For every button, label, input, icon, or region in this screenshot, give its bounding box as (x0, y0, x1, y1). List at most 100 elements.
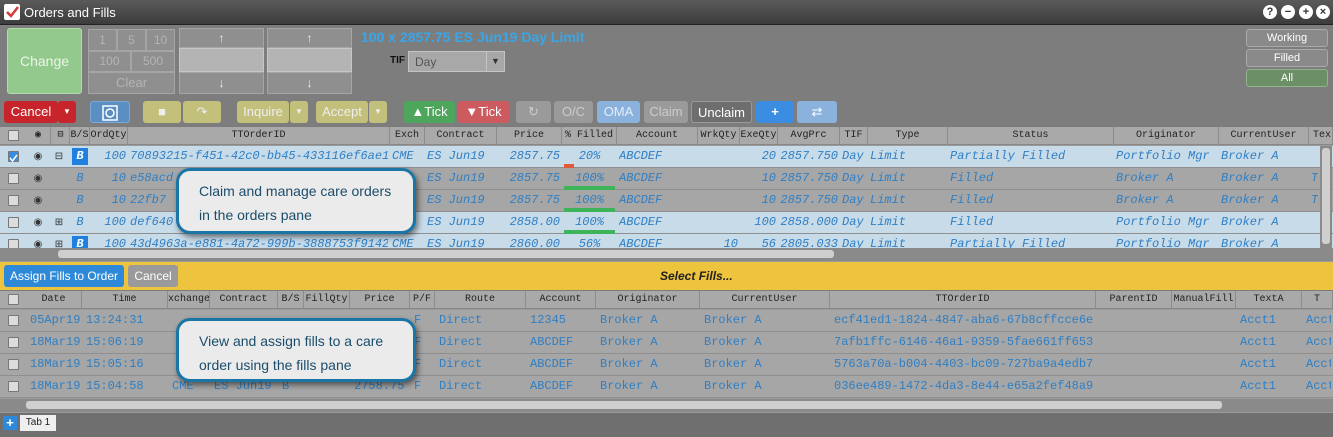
order-row[interactable]: ◉ ⊟ B 100 70893215-f451-42c0-bb45-433116ef6a… (0, 146, 1333, 168)
eye-icon[interactable]: ◉ (27, 193, 49, 209)
fcol-manualfill[interactable]: ManualFill (1172, 291, 1236, 309)
accept-button[interactable]: Accept (316, 101, 368, 123)
unclaim-button[interactable]: Unclaim (691, 101, 752, 123)
minimize-icon[interactable]: − (1281, 5, 1295, 19)
col-pctfilled[interactable]: % Filled (562, 127, 617, 145)
tif-select[interactable]: Day ▼ (408, 51, 505, 72)
qty-button-1[interactable]: 1 (88, 29, 117, 51)
orders-vscrollbar[interactable] (1320, 146, 1332, 248)
fcol-t[interactable]: T (1302, 291, 1333, 309)
fcol-time[interactable]: Time (82, 291, 168, 309)
col-currentuser[interactable]: CurrentUser (1219, 127, 1309, 145)
clear-button[interactable]: Clear (88, 72, 175, 94)
orders-hscrollbar[interactable] (0, 248, 1333, 261)
fcol-route[interactable]: Route (435, 291, 526, 309)
eye-icon[interactable]: ◉ (27, 215, 49, 231)
tick-up-button[interactable]: ▲Tick (404, 101, 455, 123)
col-ttorderid[interactable]: TTOrderID (128, 127, 390, 145)
assign-fills-button[interactable]: Assign Fills to Order (4, 265, 124, 287)
col-bs[interactable]: B/S (70, 127, 90, 145)
forward-icon[interactable]: ↷ (183, 101, 221, 123)
col-tif[interactable]: TIF (840, 127, 868, 145)
fcol-account[interactable]: Account (526, 291, 596, 309)
fill-row-checkbox[interactable] (8, 381, 19, 392)
fcol-price[interactable]: Price (350, 291, 410, 309)
fill-row-checkbox[interactable] (8, 359, 19, 370)
col-type[interactable]: Type (868, 127, 948, 145)
expand-icon[interactable]: ⊞ (52, 215, 66, 231)
fcol-date[interactable]: Date (26, 291, 82, 309)
close-icon[interactable]: × (1316, 5, 1330, 19)
select-all-checkbox[interactable] (8, 130, 19, 141)
fill-row-checkbox[interactable] (8, 315, 19, 326)
col-wrkqty[interactable]: WrkQty (698, 127, 740, 145)
fcol-texta[interactable]: TextA (1236, 291, 1302, 309)
collapse-icon[interactable]: ⊟ (52, 149, 66, 165)
qty-button-500[interactable]: 500 (131, 51, 175, 72)
filter-filled-button[interactable]: Filled (1246, 49, 1328, 67)
refresh-icon[interactable]: ↻ (516, 101, 551, 123)
eye-icon[interactable]: ◉ (27, 149, 49, 165)
row-checkbox[interactable] (8, 173, 19, 184)
inquire-dropdown-icon[interactable]: ▼ (290, 101, 308, 123)
col-contract[interactable]: Contract (425, 127, 497, 145)
oma-button[interactable]: OMA (597, 101, 640, 123)
orders-hscroll-thumb[interactable] (58, 250, 834, 258)
add-icon[interactable]: + (756, 101, 794, 123)
history-icon[interactable] (90, 101, 130, 123)
fill-row-checkbox[interactable] (8, 337, 19, 348)
claim-button[interactable]: Claim (644, 101, 688, 123)
fcol-contract[interactable]: Contract (210, 291, 278, 309)
oc-button[interactable]: O/C (554, 101, 593, 123)
fcol-bs[interactable]: B/S (278, 291, 304, 309)
maximize-icon[interactable]: + (1299, 5, 1313, 19)
tab-1[interactable]: Tab 1 (20, 415, 56, 431)
qty-field[interactable] (267, 48, 352, 72)
row-checkbox[interactable] (8, 195, 19, 206)
col-avgprc[interactable]: AvgPrc (778, 127, 840, 145)
fills-hscroll-thumb[interactable] (26, 401, 1222, 409)
eye-icon[interactable]: ◉ (27, 171, 49, 187)
col-account[interactable]: Account (617, 127, 698, 145)
fills-select-all-checkbox[interactable] (8, 294, 19, 305)
col-exch[interactable]: Exch (390, 127, 425, 145)
add-tab-icon[interactable]: + (3, 416, 17, 430)
price-down-icon[interactable]: ↓ (179, 72, 264, 94)
accept-dropdown-icon[interactable]: ▼ (369, 101, 387, 123)
row-checkbox[interactable] (8, 217, 19, 228)
qty-down-icon[interactable]: ↓ (267, 72, 352, 94)
col-status[interactable]: Status (948, 127, 1114, 145)
help-icon[interactable]: ? (1263, 5, 1277, 19)
fcol-parentid[interactable]: ParentID (1096, 291, 1172, 309)
expand-all-icon[interactable]: ⊟ (52, 127, 70, 145)
price-up-icon[interactable]: ↑ (179, 28, 264, 48)
fcol-fillqty[interactable]: FillQty (304, 291, 350, 309)
route-icon[interactable]: ⇄ (797, 101, 837, 123)
qty-button-5[interactable]: 5 (117, 29, 146, 51)
row-checkbox[interactable] (8, 151, 19, 163)
qty-button-10[interactable]: 10 (146, 29, 175, 51)
fcol-originator[interactable]: Originator (596, 291, 700, 309)
col-originator[interactable]: Originator (1114, 127, 1219, 145)
inquire-button[interactable]: Inquire (237, 101, 289, 123)
col-text[interactable]: Tex (1309, 127, 1333, 145)
qty-button-100[interactable]: 100 (88, 51, 131, 72)
cancel-dropdown-icon[interactable]: ▼ (58, 101, 76, 123)
col-ordqty[interactable]: OrdQty (90, 127, 128, 145)
fcol-exchange[interactable]: xchange (168, 291, 210, 309)
col-exeqty[interactable]: ExeQty (740, 127, 778, 145)
filter-all-button[interactable]: All (1246, 69, 1328, 87)
fcol-pf[interactable]: P/F (410, 291, 435, 309)
cancel-order-button[interactable]: Cancel (4, 101, 58, 123)
filter-working-button[interactable]: Working (1246, 29, 1328, 47)
price-field[interactable] (179, 48, 264, 72)
fcol-currentuser[interactable]: CurrentUser (700, 291, 830, 309)
fills-hscrollbar[interactable] (0, 399, 1333, 412)
tick-down-button[interactable]: ▼Tick (458, 101, 509, 123)
col-price[interactable]: Price (497, 127, 562, 145)
change-button[interactable]: Change (7, 28, 82, 94)
stop-icon[interactable]: ■ (143, 101, 181, 123)
cancel-assign-button[interactable]: Cancel (128, 265, 178, 287)
qty-up-icon[interactable]: ↑ (267, 28, 352, 48)
orders-vscroll-thumb[interactable] (1322, 148, 1330, 244)
